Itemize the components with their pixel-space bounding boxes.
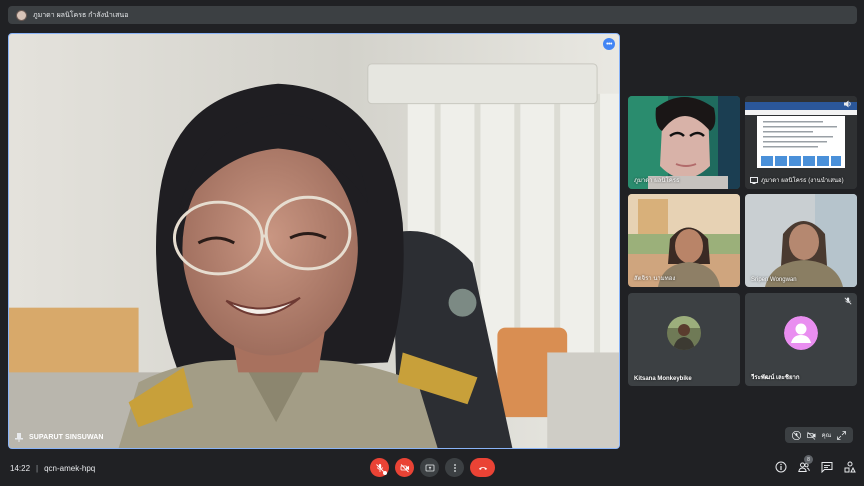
participant-video bbox=[745, 194, 857, 287]
info-icon bbox=[775, 461, 786, 472]
main-more-options-icon[interactable]: ••• bbox=[603, 38, 615, 50]
presenting-bar[interactable]: ภูมาดา ผลนิโครธ กำลังนำเสนอ bbox=[8, 6, 857, 24]
activities-button[interactable] bbox=[843, 460, 856, 473]
activities-icon bbox=[844, 461, 856, 472]
clock-time: 14:22 bbox=[10, 464, 31, 473]
separator: | bbox=[36, 464, 39, 473]
main-video-tile[interactable]: ••• SUPARUT SINSUWAN bbox=[8, 33, 620, 449]
presenter-avatar bbox=[16, 9, 27, 21]
participant-name: สัตจิรา นามทอง bbox=[634, 276, 676, 282]
participant-tile[interactable]: Kitsana Monkeybike bbox=[628, 293, 740, 386]
more-options-button[interactable] bbox=[445, 458, 464, 477]
hangup-icon bbox=[478, 466, 487, 470]
participant-name: ภูมาดา ผลนิโครธ bbox=[634, 178, 680, 184]
expand-icon[interactable] bbox=[837, 430, 846, 440]
meeting-code: qcn-amek-hpq bbox=[44, 464, 96, 473]
present-button[interactable] bbox=[420, 458, 439, 477]
main-participant-name: SUPARUT SINSUWAN bbox=[29, 434, 104, 441]
participant-tile[interactable]: Sripen Wongwan bbox=[745, 194, 857, 287]
self-view-pill[interactable]: คุณ bbox=[785, 427, 853, 443]
main-video-feed bbox=[9, 34, 619, 448]
presentation-tile[interactable]: ภูมาดา ผลนิโครธ (งานนำเสนอ) bbox=[745, 96, 857, 189]
participant-tile[interactable]: ภูมาดา ผลนิโครธ bbox=[628, 96, 740, 189]
camera-off-icon[interactable] bbox=[806, 431, 816, 440]
meet-window: ภูมาดา ผลนิโครธ กำลังนำเสนอ ••• SUPARUT … bbox=[0, 0, 864, 486]
present-screen-icon bbox=[750, 177, 758, 184]
camera-toggle-button[interactable] bbox=[395, 458, 414, 477]
mic-off-icon bbox=[844, 297, 852, 305]
presenting-text: ภูมาดา ผลนิโครธ กำลังนำเสนอ bbox=[33, 11, 129, 19]
presentation-name: ภูมาดา ผลนิโครธ (งานนำเสนอ) bbox=[761, 178, 844, 184]
participant-name: Kitsana Monkeybike bbox=[634, 376, 692, 382]
meeting-info: 14:22 | qcn-amek-hpq bbox=[10, 464, 95, 473]
participant-name: Sripen Wongwan bbox=[751, 277, 797, 283]
side-panel-controls: 8 bbox=[774, 455, 856, 473]
participant-avatar bbox=[784, 316, 818, 350]
main-participant-label: SUPARUT SINSUWAN bbox=[15, 433, 104, 442]
camera-off-icon bbox=[400, 463, 409, 472]
participant-tile[interactable]: สัตจิรา นามทอง bbox=[628, 194, 740, 287]
chat-icon bbox=[821, 461, 832, 473]
participant-tile[interactable]: วีระพัฒน์ เละชิยาก bbox=[745, 293, 857, 386]
meeting-details-button[interactable] bbox=[774, 460, 787, 473]
participant-name: วีระพัฒน์ เละชิยาก bbox=[751, 375, 800, 381]
present-icon bbox=[425, 464, 434, 471]
people-button[interactable]: 8 bbox=[797, 455, 813, 473]
participant-avatar bbox=[667, 316, 701, 350]
more-vert-icon bbox=[453, 463, 456, 472]
mic-off-icon[interactable] bbox=[791, 430, 801, 440]
bottom-toolbar: 14:22 | qcn-amek-hpq 8 bbox=[0, 455, 864, 486]
speaker-icon bbox=[844, 100, 851, 108]
participant-count-badge: 8 bbox=[804, 455, 813, 464]
pin-icon[interactable] bbox=[15, 433, 23, 442]
chat-button[interactable] bbox=[820, 460, 833, 473]
call-controls bbox=[370, 458, 495, 477]
self-view-label: คุณ bbox=[821, 433, 832, 439]
mic-toggle-button[interactable] bbox=[370, 458, 389, 477]
leave-call-button[interactable] bbox=[470, 458, 495, 477]
mic-status-dot bbox=[383, 471, 387, 475]
